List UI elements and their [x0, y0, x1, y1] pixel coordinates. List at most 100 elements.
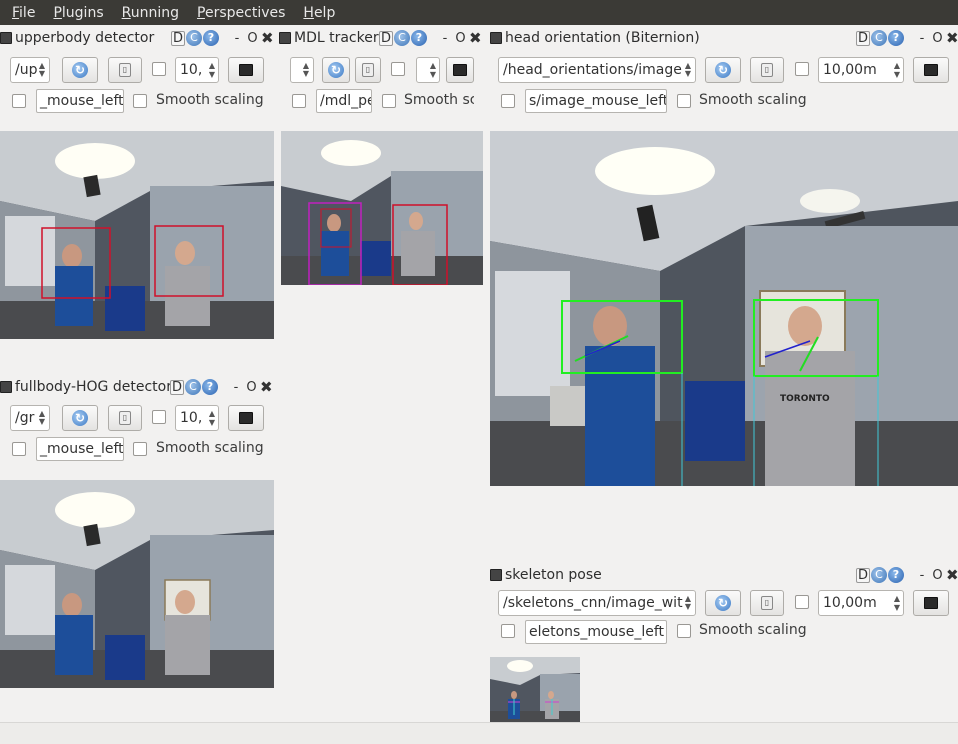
smooth-scaling-checkbox[interactable] — [382, 94, 396, 108]
fit-window-button[interactable] — [228, 405, 264, 431]
topic-combo[interactable]: /up ▲ ▼ — [10, 57, 50, 83]
image-view[interactable]: TORONTO — [490, 131, 958, 486]
refresh-topics-button[interactable]: ↻ — [705, 57, 741, 83]
fit-window-button[interactable] — [913, 590, 949, 616]
screen-icon — [924, 64, 938, 76]
image-view[interactable] — [0, 480, 274, 688]
mouse-publish-checkbox[interactable] — [12, 94, 26, 108]
close-icon[interactable]: ✖ — [260, 378, 273, 396]
zoom-spinbox[interactable]: ▲ ▼ — [416, 57, 440, 83]
chevron-updown-icon: ▲ ▼ — [684, 594, 691, 611]
d-button[interactable]: D — [856, 567, 870, 583]
help-icon[interactable]: ? — [888, 30, 904, 46]
topic-combo[interactable]: /head_orientations/image ▲ ▼ — [498, 57, 696, 83]
minimize-icon[interactable]: - — [231, 380, 241, 395]
dock-icon[interactable] — [0, 32, 12, 44]
panel-title-bar[interactable]: fullbody-HOG detector — [0, 374, 172, 400]
zoom-checkbox[interactable] — [795, 62, 809, 76]
menu-perspectives[interactable]: Perspectives — [197, 5, 285, 21]
refresh-topics-button[interactable]: ↻ — [322, 57, 350, 83]
mouse-topic-field[interactable]: eletons_mouse_left — [525, 620, 667, 644]
minimize-icon[interactable]: - — [440, 31, 450, 46]
refresh-topics-button[interactable]: ↻ — [705, 590, 741, 616]
reload-icon[interactable]: C — [185, 379, 201, 395]
minimize-icon[interactable]: - — [917, 568, 927, 583]
zoom-checkbox[interactable] — [795, 595, 809, 609]
reload-icon[interactable]: C — [186, 30, 202, 46]
float-icon[interactable]: O — [455, 31, 466, 46]
smooth-scaling-checkbox[interactable] — [133, 94, 147, 108]
zoom-checkbox[interactable] — [152, 62, 166, 76]
dock-icon[interactable] — [0, 381, 12, 393]
d-button[interactable]: D — [856, 30, 870, 46]
save-image-button[interactable]: ▯ — [750, 57, 784, 83]
panel-title-bar[interactable]: skeleton pose — [490, 562, 602, 588]
image-view[interactable] — [281, 131, 483, 285]
mouse-publish-checkbox[interactable] — [292, 94, 306, 108]
smooth-scaling-checkbox[interactable] — [133, 442, 147, 456]
close-icon[interactable]: ✖ — [261, 29, 274, 47]
panel-title-bar[interactable]: head orientation (Biternion) — [490, 25, 700, 51]
image-view[interactable] — [0, 131, 274, 339]
topic-combo[interactable]: /skeletons_cnn/image_wit ▲ ▼ — [498, 590, 696, 616]
reload-icon[interactable]: C — [394, 30, 410, 46]
d-button[interactable]: D — [171, 30, 185, 46]
fit-window-button[interactable] — [446, 57, 474, 83]
status-bar — [0, 722, 958, 744]
panel-title-bar[interactable]: upperbody detector — [0, 25, 154, 51]
help-icon[interactable]: ? — [411, 30, 427, 46]
refresh-topics-button[interactable]: ↻ — [62, 57, 98, 83]
mouse-publish-checkbox[interactable] — [501, 624, 515, 638]
mouse-topic-value: _mouse_left — [40, 441, 124, 457]
dock-icon[interactable] — [490, 569, 502, 581]
help-icon[interactable]: ? — [202, 379, 218, 395]
image-view[interactable] — [490, 657, 580, 722]
float-icon[interactable]: O — [932, 568, 943, 583]
refresh-topics-button[interactable]: ↻ — [62, 405, 98, 431]
topic-combo[interactable]: /gr ▲ ▼ — [10, 405, 50, 431]
zoom-spinbox[interactable]: 10,00m ▲ ▼ — [818, 57, 904, 83]
float-icon[interactable]: O — [932, 31, 943, 46]
zoom-spinbox[interactable]: 10, ▲ ▼ — [175, 405, 219, 431]
help-icon[interactable]: ? — [203, 30, 219, 46]
reload-icon[interactable]: C — [871, 567, 887, 583]
fit-window-button[interactable] — [228, 57, 264, 83]
help-icon[interactable]: ? — [888, 567, 904, 583]
dock-icon[interactable] — [490, 32, 502, 44]
d-button[interactable]: D — [170, 379, 184, 395]
minimize-icon[interactable]: - — [232, 31, 242, 46]
menu-plugins[interactable]: Plugins — [53, 5, 103, 21]
float-icon[interactable]: O — [247, 31, 258, 46]
minimize-icon[interactable]: - — [917, 31, 927, 46]
close-icon[interactable]: ✖ — [946, 29, 958, 47]
d-button[interactable]: D — [379, 30, 393, 46]
topic-value: /skeletons_cnn/image_wit — [503, 595, 683, 611]
dock-icon[interactable] — [279, 32, 291, 44]
save-image-button[interactable]: ▯ — [750, 590, 784, 616]
mouse-topic-field[interactable]: _mouse_left — [36, 89, 124, 113]
mouse-publish-checkbox[interactable] — [12, 442, 26, 456]
close-icon[interactable]: ✖ — [469, 29, 482, 47]
save-image-button[interactable]: ▯ — [355, 57, 381, 83]
menu-running[interactable]: Running — [122, 5, 179, 21]
zoom-checkbox[interactable] — [152, 410, 166, 424]
fit-window-button[interactable] — [913, 57, 949, 83]
topic-combo[interactable]: ▲ ▼ — [290, 57, 314, 83]
reload-icon[interactable]: C — [871, 30, 887, 46]
menu-file[interactable]: File — [12, 5, 35, 21]
zoom-checkbox[interactable] — [391, 62, 405, 76]
float-icon[interactable]: O — [246, 380, 257, 395]
panel-title-bar[interactable]: MDL tracker — [279, 25, 379, 51]
save-image-button[interactable]: ▯ — [108, 57, 142, 83]
mouse-topic-field[interactable]: s/image_mouse_left — [525, 89, 667, 113]
smooth-scaling-checkbox[interactable] — [677, 94, 691, 108]
mouse-publish-checkbox[interactable] — [501, 94, 515, 108]
zoom-spinbox[interactable]: 10, ▲ ▼ — [175, 57, 219, 83]
mouse-topic-field[interactable]: _mouse_left — [36, 437, 124, 461]
mouse-topic-field[interactable]: /mdl_pe — [316, 89, 372, 113]
close-icon[interactable]: ✖ — [946, 566, 958, 584]
save-image-button[interactable]: ▯ — [108, 405, 142, 431]
zoom-spinbox[interactable]: 10,00m ▲ ▼ — [818, 590, 904, 616]
menu-help[interactable]: Help — [303, 5, 335, 21]
smooth-scaling-checkbox[interactable] — [677, 624, 691, 638]
